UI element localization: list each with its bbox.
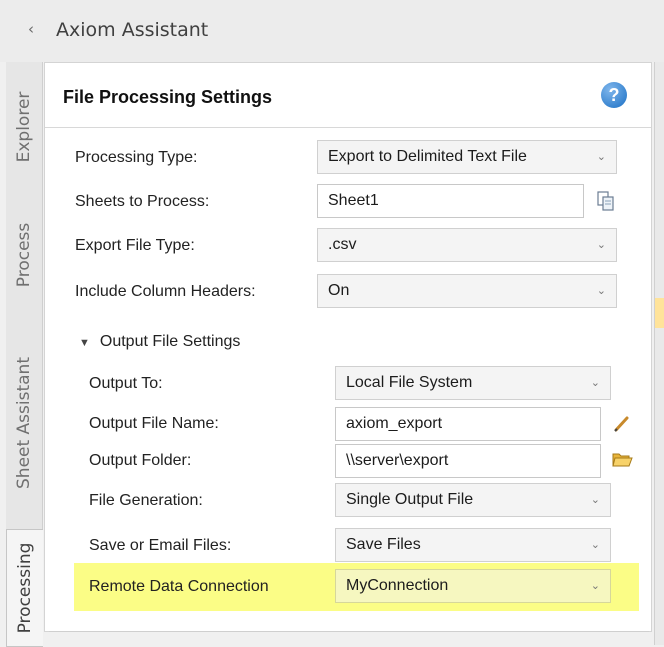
- export-file-type-value: .csv: [328, 236, 357, 253]
- output-folder-input[interactable]: [335, 444, 601, 478]
- divider: [49, 631, 649, 632]
- chevron-down-icon: ⌄: [590, 377, 600, 389]
- tab-processing[interactable]: Processing: [6, 529, 43, 647]
- output-folder-field[interactable]: [346, 445, 600, 477]
- export-file-type-dropdown[interactable]: .csv ⌄: [317, 228, 617, 262]
- divider: [45, 127, 651, 128]
- file-generation-label: File Generation:: [89, 492, 203, 509]
- output-file-name-label: Output File Name:: [89, 415, 219, 432]
- copy-sheets-icon[interactable]: [595, 190, 617, 212]
- sheets-to-process-field[interactable]: [328, 185, 583, 217]
- help-icon[interactable]: ?: [601, 82, 627, 108]
- side-tab-strip: Explorer Process Sheet Assistant Process…: [0, 62, 44, 647]
- sheets-to-process-label: Sheets to Process:: [75, 193, 210, 210]
- output-file-settings-toggle[interactable]: ▼ Output File Settings: [79, 333, 240, 351]
- settings-panel: File Processing Settings ? Processing Ty…: [44, 62, 652, 632]
- export-file-type-label: Export File Type:: [75, 237, 195, 254]
- chevron-down-icon: ⌄: [596, 285, 606, 297]
- processing-type-dropdown[interactable]: Export to Delimited Text File ⌄: [317, 140, 617, 174]
- chevron-down-icon: ⌄: [590, 539, 600, 551]
- output-folder-label: Output Folder:: [89, 452, 192, 469]
- pencil-icon[interactable]: [611, 413, 633, 435]
- panel-title: File Processing Settings: [63, 87, 273, 107]
- chevron-down-icon: ⌄: [596, 239, 606, 251]
- sheets-to-process-input[interactable]: [317, 184, 584, 218]
- remote-data-connection-label: Remote Data Connection: [89, 578, 269, 595]
- collapse-chevron-icon[interactable]: ‹: [28, 20, 34, 38]
- right-edge-strip: [654, 62, 664, 645]
- output-to-dropdown[interactable]: Local File System ⌄: [335, 366, 611, 400]
- include-column-headers-value: On: [328, 282, 350, 299]
- save-or-email-dropdown[interactable]: Save Files ⌄: [335, 528, 611, 562]
- output-to-value: Local File System: [346, 374, 473, 391]
- tab-process-label: Process: [14, 222, 34, 287]
- strip-highlight: [655, 298, 664, 328]
- tab-sheet-assistant-label: Sheet Assistant: [14, 357, 34, 489]
- tab-sheet-assistant[interactable]: Sheet Assistant: [6, 317, 43, 529]
- output-to-label: Output To:: [89, 375, 163, 392]
- file-generation-value: Single Output File: [346, 491, 474, 508]
- save-or-email-label: Save or Email Files:: [89, 537, 232, 554]
- chevron-down-icon: ⌄: [590, 494, 600, 506]
- save-or-email-value: Save Files: [346, 536, 421, 553]
- title-bar: ‹ Axiom Assistant: [0, 0, 664, 62]
- processing-type-value: Export to Delimited Text File: [328, 148, 527, 165]
- output-file-name-field[interactable]: [346, 408, 600, 440]
- file-generation-dropdown[interactable]: Single Output File ⌄: [335, 483, 611, 517]
- output-file-name-input[interactable]: [335, 407, 601, 441]
- open-folder-icon[interactable]: [611, 448, 633, 470]
- chevron-down-icon: ⌄: [590, 580, 600, 592]
- chevron-down-icon: ⌄: [596, 151, 606, 163]
- tab-processing-label: Processing: [15, 542, 35, 634]
- output-file-settings-title: Output File Settings: [99, 333, 241, 350]
- tab-process[interactable]: Process: [6, 192, 43, 317]
- tab-explorer[interactable]: Explorer: [6, 62, 43, 192]
- processing-type-label: Processing Type:: [75, 149, 198, 166]
- expand-chevron-icon: ▼: [79, 337, 90, 349]
- remote-data-connection-value: MyConnection: [346, 577, 449, 594]
- include-column-headers-dropdown[interactable]: On ⌄: [317, 274, 617, 308]
- include-column-headers-label: Include Column Headers:: [75, 283, 256, 300]
- remote-data-connection-dropdown[interactable]: MyConnection ⌄: [335, 569, 611, 603]
- tab-explorer-label: Explorer: [14, 91, 34, 163]
- app-title: Axiom Assistant: [56, 19, 209, 41]
